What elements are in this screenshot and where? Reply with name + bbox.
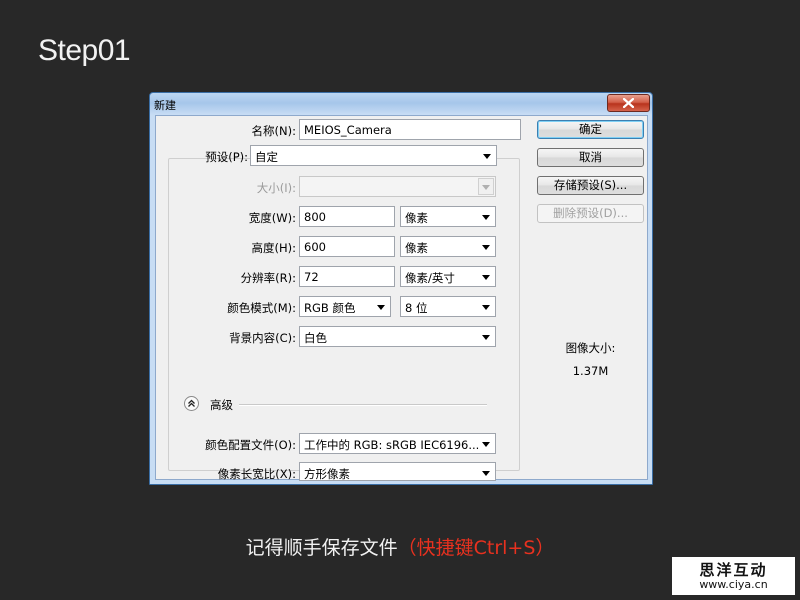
color-profile-label: 颜色配置文件(O): xyxy=(205,438,296,452)
background-value: 白色 xyxy=(304,331,327,345)
dialog-title-bar[interactable]: 新建 xyxy=(150,93,652,115)
pixel-aspect-label: 像素长宽比(X): xyxy=(217,467,296,481)
delete-preset-button: 删除预设(D)... xyxy=(537,204,644,223)
color-profile-select[interactable]: 工作中的 RGB: sRGB IEC6196... xyxy=(299,433,496,454)
color-mode-value: RGB 颜色 xyxy=(304,301,356,315)
background-select[interactable]: 白色 xyxy=(299,326,496,347)
chevron-down-icon xyxy=(482,305,490,310)
width-label: 宽度(W): xyxy=(248,211,296,225)
logo: 思洋互动 www.ciya.cn xyxy=(672,557,795,595)
resolution-unit-value: 像素/英寸 xyxy=(405,271,455,285)
caption-shortcut: （快捷键Ctrl+S） xyxy=(397,537,555,559)
chevron-down-icon xyxy=(482,275,490,280)
advanced-label: 高级 xyxy=(210,398,233,412)
preset-select[interactable]: 自定 xyxy=(250,145,497,166)
size-select xyxy=(299,176,496,197)
logo-url: www.ciya.cn xyxy=(699,578,768,591)
chevron-down-icon xyxy=(482,245,490,250)
color-mode-select[interactable]: RGB 颜色 xyxy=(299,296,391,317)
color-profile-value: 工作中的 RGB: sRGB IEC6196... xyxy=(304,438,480,452)
width-unit-value: 像素 xyxy=(405,211,428,225)
image-size-label: 图像大小: xyxy=(565,341,616,355)
width-unit-select[interactable]: 像素 xyxy=(400,206,496,227)
close-button[interactable] xyxy=(607,94,650,112)
preset-value: 自定 xyxy=(255,150,278,164)
caption: 记得顺手保存文件（快捷键Ctrl+S） xyxy=(0,533,800,560)
pixel-aspect-value: 方形像素 xyxy=(304,467,350,481)
size-dropdown-box xyxy=(478,178,494,195)
chevron-down-icon xyxy=(482,185,490,190)
resolution-label: 分辨率(R): xyxy=(240,271,296,285)
chevron-down-icon xyxy=(482,471,490,476)
name-label: 名称(N): xyxy=(251,124,296,138)
advanced-toggle[interactable] xyxy=(184,396,199,411)
height-unit-select[interactable]: 像素 xyxy=(400,236,496,257)
size-label: 大小(I): xyxy=(256,181,296,195)
height-input[interactable]: 600 xyxy=(299,236,395,257)
dialog-title: 新建 xyxy=(154,99,176,112)
color-mode-label: 颜色模式(M): xyxy=(227,301,296,315)
step-title: Step01 xyxy=(38,34,131,67)
save-preset-button[interactable]: 存储预设(S)... xyxy=(537,176,644,195)
name-input[interactable]: MEIOS_Camera xyxy=(299,119,521,140)
chevron-down-icon xyxy=(482,442,490,447)
advanced-divider xyxy=(239,404,487,406)
new-document-dialog: 新建 名称(N): MEIOS_Camera 预设(P): 自定 大小(I): … xyxy=(149,92,653,485)
chevron-down-icon xyxy=(377,305,385,310)
chevron-down-icon xyxy=(483,154,491,159)
image-size-value: 1.37M xyxy=(572,364,609,378)
double-chevron-up-icon xyxy=(188,399,195,407)
chevron-down-icon xyxy=(482,215,490,220)
bit-depth-value: 8 位 xyxy=(405,301,428,315)
bit-depth-select[interactable]: 8 位 xyxy=(400,296,496,317)
cancel-button[interactable]: 取消 xyxy=(537,148,644,167)
close-icon xyxy=(623,98,634,108)
background-label: 背景内容(C): xyxy=(229,331,296,345)
width-input[interactable]: 800 xyxy=(299,206,395,227)
chevron-down-icon xyxy=(482,335,490,340)
preset-label: 预设(P): xyxy=(205,150,248,164)
ok-button[interactable]: 确定 xyxy=(537,120,644,139)
resolution-unit-select[interactable]: 像素/英寸 xyxy=(400,266,496,287)
height-unit-value: 像素 xyxy=(405,241,428,255)
dialog-content: 名称(N): MEIOS_Camera 预设(P): 自定 大小(I): 宽度(… xyxy=(155,115,648,481)
caption-text: 记得顺手保存文件 xyxy=(245,537,398,559)
height-label: 高度(H): xyxy=(251,241,297,255)
pixel-aspect-select[interactable]: 方形像素 xyxy=(299,462,496,481)
logo-text: 思洋互动 xyxy=(699,561,768,579)
resolution-input[interactable]: 72 xyxy=(299,266,395,287)
